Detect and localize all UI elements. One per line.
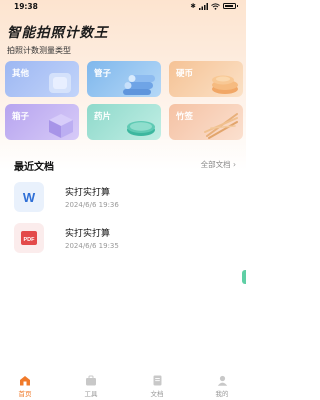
bluetooth-icon: ✱ bbox=[190, 2, 196, 10]
svg-text:W: W bbox=[23, 190, 36, 205]
tab-docs[interactable]: 文档 bbox=[137, 375, 177, 398]
battery-icon bbox=[223, 3, 238, 9]
category-card-pipe[interactable]: 管子 bbox=[87, 61, 161, 97]
coin-icon bbox=[212, 75, 238, 94]
other-icon bbox=[49, 73, 71, 93]
all-docs-label: 全部文档 bbox=[200, 160, 231, 169]
skewer-icon bbox=[204, 113, 238, 139]
section-subtitle: 拍照计数测量类型 bbox=[7, 46, 71, 55]
signal-icon bbox=[199, 2, 208, 10]
box-icon bbox=[49, 114, 73, 138]
tab-home[interactable]: 首页 bbox=[5, 375, 45, 398]
doc-date: 2024/6/6 19:36 bbox=[65, 201, 119, 209]
pdf-doc-icon: PDF bbox=[14, 223, 44, 253]
status-time: 19:38 bbox=[14, 2, 38, 11]
all-docs-link[interactable]: 全部文档 › bbox=[201, 159, 236, 170]
tab-label: 文档 bbox=[150, 390, 164, 398]
status-icons: ✱ bbox=[190, 2, 238, 10]
doc-title: 实打实打算 bbox=[65, 188, 111, 198]
tab-label: 首页 bbox=[18, 390, 32, 398]
app-title: 智能拍照计数王 bbox=[7, 25, 109, 41]
category-label: 硬币 bbox=[176, 69, 194, 79]
tab-label: 工具 bbox=[84, 390, 98, 398]
doc-date: 2024/6/6 19:35 bbox=[65, 242, 119, 250]
doc-item[interactable]: PDF 实打实打算 2024/6/6 19:35 bbox=[14, 223, 234, 259]
toolbox-icon bbox=[86, 375, 96, 386]
wifi-icon bbox=[211, 2, 220, 10]
category-label: 箱子 bbox=[12, 112, 30, 122]
tab-profile[interactable]: 我的 bbox=[202, 375, 242, 398]
pipe-icon bbox=[123, 75, 155, 95]
category-card-pill[interactable]: 药片 bbox=[87, 104, 161, 140]
category-card-box[interactable]: 箱子 bbox=[5, 104, 79, 140]
pill-icon bbox=[127, 121, 155, 136]
floating-side-handle[interactable] bbox=[242, 270, 246, 284]
doc-item[interactable]: W 实打实打算 2024/6/6 19:36 bbox=[14, 182, 234, 218]
svg-text:PDF: PDF bbox=[24, 237, 36, 243]
tab-tools[interactable]: 工具 bbox=[71, 375, 111, 398]
category-label: 其他 bbox=[12, 69, 30, 79]
home-icon bbox=[20, 376, 30, 386]
category-label: 管子 bbox=[94, 69, 112, 79]
category-card-coin[interactable]: 硬币 bbox=[169, 61, 243, 97]
bottom-tab-bar: 首页 工具 文档 我的 bbox=[0, 372, 246, 400]
document-icon bbox=[153, 375, 161, 386]
recent-docs-title: 最近文档 bbox=[14, 162, 54, 173]
status-bar: 19:38 ✱ bbox=[0, 0, 246, 14]
doc-title: 实打实打算 bbox=[65, 229, 111, 239]
chevron-right-icon: › bbox=[233, 160, 236, 169]
tab-label: 我的 bbox=[215, 390, 229, 398]
category-label: 药片 bbox=[94, 112, 112, 122]
category-label: 竹签 bbox=[176, 112, 194, 122]
category-card-other[interactable]: 其他 bbox=[5, 61, 79, 97]
category-card-skewer[interactable]: 竹签 bbox=[169, 104, 243, 140]
word-doc-icon: W bbox=[14, 182, 44, 212]
user-icon bbox=[217, 375, 227, 386]
